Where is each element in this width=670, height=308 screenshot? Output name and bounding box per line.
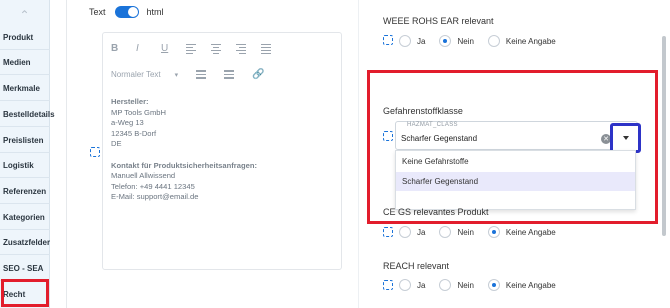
contact-line: Telefon: +49 4441 12345 — [111, 181, 195, 191]
sidebar-item-medien[interactable]: Medien — [0, 50, 50, 74]
rich-text-editor[interactable]: B I U Normaler Text ▾ 🔗 Hersteller: MP T… — [102, 32, 342, 270]
bullet-list-icon[interactable] — [224, 70, 235, 79]
sidebar-divider — [0, 177, 50, 178]
manufacturer-line: a-Weg 13 — [111, 118, 144, 128]
weee-title: WEEE ROHS EAR relevant — [383, 16, 494, 26]
text-mode-label: Text — [89, 7, 106, 17]
sidebar-item-bestelldetails[interactable]: Bestelldetails — [0, 102, 55, 126]
ce-title: CE GS relevantes Produkt — [383, 207, 489, 217]
bold-icon[interactable]: B — [111, 41, 136, 55]
reach-title: REACH relevant — [383, 261, 450, 271]
sidebar-item-kategorien[interactable]: Kategorien — [0, 205, 50, 229]
manufacturer-line: 12345 B-Dorf — [111, 128, 157, 138]
sidebar-divider — [0, 100, 50, 101]
reach-option-keine-angabe[interactable]: Keine Angabe — [487, 279, 556, 291]
contact-line: Manuell Allwissend — [111, 171, 176, 181]
sidebar-item-referenzen[interactable]: Referenzen — [0, 179, 50, 203]
editor-content[interactable]: Hersteller: MP Tools GmbH a-Weg 13 12345… — [111, 97, 257, 203]
dropdown-option-scharfer-gegenstand[interactable]: Scharfer Gegenstand — [396, 172, 635, 191]
sidebar-divider — [0, 74, 50, 75]
drag-handle-icon[interactable] — [383, 227, 393, 237]
editor-mode-toggle-row: Text html — [89, 6, 164, 18]
caret-down-icon — [622, 136, 629, 140]
hazard-field-code: HAZMAT_CLASS — [407, 122, 458, 128]
align-right-icon[interactable] — [236, 41, 261, 55]
dropdown-toggle-button[interactable] — [610, 123, 641, 153]
editor-mode-toggle[interactable] — [114, 6, 139, 18]
italic-icon[interactable]: I — [136, 41, 161, 55]
hazard-dropdown-menu: Keine Gefahrstoffe Scharfer Gegenstand — [395, 150, 636, 210]
hazard-title: Gefahrenstoffklasse — [383, 106, 463, 116]
reach-radio-group: Ja Nein Keine Angabe — [399, 279, 570, 291]
drag-handle-icon[interactable] — [383, 35, 393, 45]
manufacturer-heading: Hersteller: — [111, 97, 149, 106]
sidebar-item-logistik[interactable]: Logistik — [0, 153, 50, 177]
sidebar-divider — [0, 126, 50, 127]
link-icon[interactable]: 🔗 — [252, 69, 264, 80]
manufacturer-line: MP Tools GmbH — [111, 107, 167, 117]
ce-option-nein[interactable]: Nein — [439, 226, 474, 238]
sidebar-item-merkmale[interactable]: Merkmale — [0, 76, 50, 100]
sidebar-divider — [0, 254, 50, 255]
editor-toolbar-secondary: Normaler Text ▾ 🔗 — [111, 69, 265, 80]
chevron-down-icon[interactable]: ▾ — [175, 71, 179, 79]
underline-icon[interactable]: U — [161, 41, 186, 55]
column-divider — [358, 0, 359, 308]
weee-option-keine-angabe[interactable]: Keine Angabe — [487, 35, 556, 47]
weee-radio-group: Ja Nein Keine Angabe — [399, 35, 570, 47]
sidebar-item-zusatzfelder[interactable]: Zusatzfelder — [0, 230, 50, 254]
recht-highlight-box — [1, 279, 49, 307]
editor-toolbar: B I U — [111, 41, 286, 55]
divider — [66, 0, 67, 308]
drag-handle-icon[interactable] — [383, 131, 393, 141]
sidebar: ⌃ Produkt Medien Merkmale Bestelldetails… — [0, 0, 55, 308]
ordered-list-icon[interactable] — [196, 70, 207, 79]
weee-option-nein[interactable]: Nein — [439, 35, 474, 47]
drag-handle-icon[interactable] — [90, 147, 100, 157]
drag-handle-icon[interactable] — [383, 280, 393, 290]
align-left-icon[interactable] — [186, 41, 211, 55]
ce-option-ja[interactable]: Ja — [399, 226, 425, 238]
contact-heading: Kontakt für Produktsicherheitsanfragen: — [111, 160, 257, 170]
text-style-select[interactable]: Normaler Text — [111, 70, 161, 79]
ce-radio-group: Ja Nein Keine Angabe — [399, 226, 570, 238]
ce-option-keine-angabe[interactable]: Keine Angabe — [487, 226, 556, 238]
sidebar-item-produkt[interactable]: Produkt — [0, 25, 50, 49]
html-mode-label: html — [146, 7, 164, 17]
reach-option-ja[interactable]: Ja — [399, 279, 425, 291]
align-justify-icon[interactable] — [261, 41, 286, 55]
dropdown-option-keine-gefahrstoffe[interactable]: Keine Gefahrstoffe — [396, 152, 635, 171]
sidebar-divider — [0, 203, 50, 204]
scrollbar[interactable] — [662, 36, 666, 236]
sidebar-item-seo-sea[interactable]: SEO - SEA — [0, 256, 50, 280]
reach-option-nein[interactable]: Nein — [439, 279, 474, 291]
contact-line: E-Mail: support@email.de — [111, 192, 199, 202]
manufacturer-line: DE — [111, 139, 122, 149]
sidebar-item-preislisten[interactable]: Preislisten — [0, 128, 50, 152]
hazard-select-value: Scharfer Gegenstand — [401, 134, 478, 143]
weee-option-ja[interactable]: Ja — [399, 35, 425, 47]
align-center-icon[interactable] — [211, 41, 236, 55]
